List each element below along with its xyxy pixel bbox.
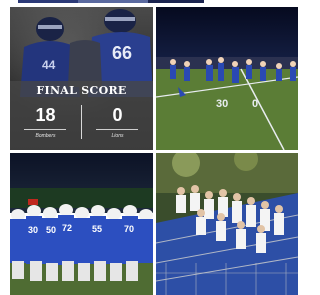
svg-text:72: 72 xyxy=(62,223,72,233)
fans-photo xyxy=(156,153,298,295)
top-photo-strip xyxy=(18,0,204,3)
svg-text:66: 66 xyxy=(112,43,132,63)
cheerleaders-photo-tile[interactable]: 30 0 xyxy=(156,7,298,150)
svg-text:44: 44 xyxy=(42,58,56,72)
strip-segment xyxy=(148,0,204,3)
final-score-tile[interactable]: 44 66 FINAL SCORE 18 0 Bombers Lions xyxy=(10,7,153,150)
svg-text:55: 55 xyxy=(92,224,102,234)
svg-text:50: 50 xyxy=(46,225,56,235)
team-photo-tile[interactable]: 30 50 72 55 70 xyxy=(10,153,153,295)
home-underline xyxy=(24,129,66,130)
svg-text:30: 30 xyxy=(28,225,38,235)
final-score-label: FINAL SCORE xyxy=(36,84,127,97)
cheerleaders-photo: 30 0 xyxy=(156,7,298,150)
players-group: 30 50 72 55 70 xyxy=(10,204,153,281)
away-score: 0 xyxy=(112,105,123,125)
home-team-name: Bombers xyxy=(35,133,56,139)
home-score: 18 xyxy=(35,105,56,125)
team-photo: 30 50 72 55 70 xyxy=(10,153,153,295)
strip-segment xyxy=(78,0,148,3)
svg-text:70: 70 xyxy=(124,224,134,234)
svg-text:0: 0 xyxy=(252,98,258,110)
strip-segment xyxy=(18,0,78,3)
away-underline xyxy=(96,129,138,130)
away-team-name: Lions xyxy=(111,133,124,139)
yard-number: 30 xyxy=(216,98,228,110)
fans-photo-tile[interactable] xyxy=(156,153,298,295)
